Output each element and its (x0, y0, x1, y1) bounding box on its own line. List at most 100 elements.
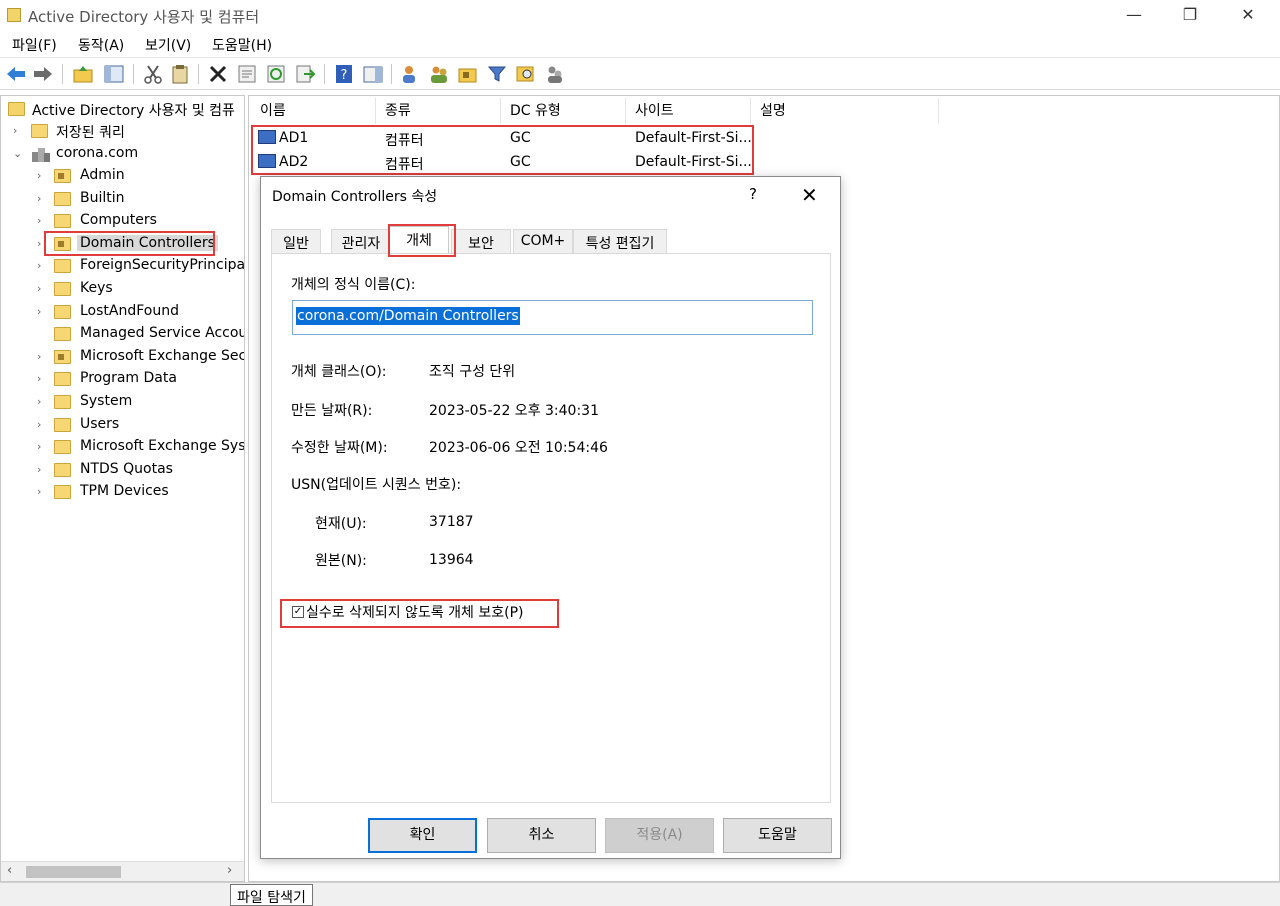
properties-dialog: Domain Controllers 속성 ? ✕ 일반 관리자 개체 보안 C… (260, 176, 841, 859)
new-user-icon[interactable] (399, 63, 421, 85)
cell-name: AD2 (279, 154, 309, 170)
menu-file[interactable]: 파일(F) (12, 35, 57, 55)
close-icon[interactable]: ✕ (801, 183, 818, 207)
menu-view[interactable]: 보기(V) (145, 35, 191, 55)
show-console-tree-icon[interactable] (103, 63, 125, 85)
column-divider[interactable] (500, 98, 501, 124)
tab-attribute-editor[interactable]: 특성 편집기 (573, 229, 667, 253)
chevron-right-icon[interactable]: › (37, 259, 47, 272)
help-button[interactable]: ? (749, 185, 757, 203)
column-header-dc-type[interactable]: DC 유형 (510, 100, 561, 124)
export-list-icon[interactable] (294, 63, 316, 85)
cancel-button[interactable]: 취소 (487, 818, 596, 853)
toolbar: ? (0, 58, 1280, 90)
scroll-thumb[interactable] (26, 866, 121, 878)
status-bar (0, 882, 1280, 906)
chevron-right-icon[interactable]: › (37, 440, 47, 453)
folder-icon (54, 191, 71, 206)
apply-button[interactable]: 적용(A) (605, 818, 714, 853)
chevron-right-icon[interactable]: › (13, 124, 23, 137)
tab-managed-by[interactable]: 관리자 (331, 229, 391, 253)
folder-icon (54, 395, 71, 409)
chevron-right-icon[interactable]: › (37, 372, 47, 385)
column-divider[interactable] (625, 98, 626, 124)
chevron-right-icon[interactable]: › (37, 305, 47, 318)
tab-object[interactable]: 개체 (389, 226, 449, 254)
console-tree: Active Directory 사용자 및 컴퓨 › 저장된 쿼리 ⌄ cor… (0, 95, 245, 882)
folder-icon (54, 440, 71, 455)
chevron-right-icon[interactable]: › (37, 350, 47, 363)
cut-icon[interactable] (142, 63, 164, 85)
created-value: 2023-05-22 오후 3:40:31 (429, 403, 599, 419)
column-divider[interactable] (375, 98, 376, 124)
chevron-down-icon[interactable]: ⌄ (13, 147, 23, 160)
modified-value: 2023-06-06 오전 10:54:46 (429, 440, 608, 456)
chevron-right-icon[interactable]: › (37, 395, 47, 408)
tree-label: Users (80, 415, 120, 432)
table-row[interactable]: AD1 컴퓨터 GC Default-First-Si... (249, 128, 1009, 150)
tab-com[interactable]: COM+ (513, 229, 573, 253)
folder-icon (54, 485, 71, 500)
window-title: Active Directory 사용자 및 컴퓨터 (28, 8, 260, 26)
tree-label: 저장된 쿼리 (56, 125, 125, 141)
maximize-button[interactable]: ❐ (1162, 0, 1218, 30)
protect-checkbox[interactable]: ✓ (292, 606, 304, 618)
menu-action[interactable]: 동작(A) (78, 35, 124, 55)
column-header-name[interactable]: 이름 (260, 100, 286, 124)
toolbar-separator (133, 64, 134, 84)
chevron-right-icon[interactable]: › (37, 214, 47, 227)
tree-label: Active Directory 사용자 및 컴퓨 (32, 103, 235, 119)
ok-button[interactable]: 확인 (368, 818, 477, 853)
cell-dc-type: GC (510, 154, 531, 170)
minimize-button[interactable]: — (1106, 0, 1162, 30)
refresh-icon[interactable] (265, 63, 287, 85)
add-to-group-icon[interactable] (544, 63, 566, 85)
back-arrow-icon[interactable] (5, 63, 27, 85)
column-divider[interactable] (750, 98, 751, 124)
tree-label: TPM Devices (80, 483, 169, 500)
protect-label[interactable]: 실수로 삭제되지 않도록 개체 보호(P) (306, 602, 524, 622)
chevron-right-icon[interactable]: › (37, 192, 47, 205)
canonical-name-field[interactable]: corona.com/Domain Controllers (292, 300, 813, 335)
dialog-help-button[interactable]: 도움말 (723, 818, 832, 853)
up-folder-icon[interactable] (72, 63, 94, 85)
paste-icon[interactable] (169, 63, 191, 85)
menu-bar: 파일(F) 동작(A) 보기(V) 도움말(H) (0, 30, 1280, 58)
table-row[interactable]: AD2 컴퓨터 GC Default-First-Si... (249, 152, 1009, 174)
tree-label: NTDS Quotas (80, 460, 173, 477)
folder-icon (54, 372, 71, 387)
menu-help[interactable]: 도움말(H) (212, 35, 272, 55)
column-header-site[interactable]: 사이트 (635, 100, 674, 124)
cell-type: 컴퓨터 (385, 133, 424, 149)
chevron-right-icon[interactable]: › (37, 237, 47, 250)
tab-security[interactable]: 보안 (451, 229, 511, 253)
forward-arrow-icon[interactable] (32, 63, 54, 85)
show-action-pane-icon[interactable] (362, 63, 384, 85)
chevron-right-icon[interactable]: › (37, 169, 47, 182)
chevron-right-icon[interactable]: › (37, 282, 47, 295)
chevron-right-icon[interactable]: › (37, 463, 47, 476)
column-header-type[interactable]: 종류 (385, 100, 411, 124)
help-icon[interactable]: ? (333, 63, 355, 85)
toolbar-separator (391, 64, 392, 84)
new-group-icon[interactable] (428, 63, 450, 85)
filter-icon[interactable] (486, 63, 508, 85)
properties-icon[interactable] (236, 63, 258, 85)
scroll-left-icon[interactable]: ‹ (7, 863, 12, 878)
delete-icon[interactable] (207, 63, 229, 85)
ou-icon (54, 349, 71, 364)
column-header-description[interactable]: 설명 (760, 100, 786, 124)
find-icon[interactable] (515, 63, 537, 85)
chevron-right-icon[interactable]: › (37, 485, 47, 498)
new-ou-icon[interactable] (457, 63, 479, 85)
close-window-button[interactable]: ✕ (1220, 0, 1276, 30)
scroll-right-icon[interactable]: › (227, 863, 232, 878)
folder-icon (54, 259, 71, 274)
horizontal-scrollbar[interactable]: ‹ › (1, 861, 244, 881)
tab-general[interactable]: 일반 (271, 229, 321, 253)
usn-original-label: 원본(N): (315, 553, 367, 569)
folder-icon (54, 417, 71, 432)
column-divider[interactable] (938, 98, 939, 124)
folder-icon (54, 462, 71, 477)
chevron-right-icon[interactable]: › (37, 418, 47, 431)
